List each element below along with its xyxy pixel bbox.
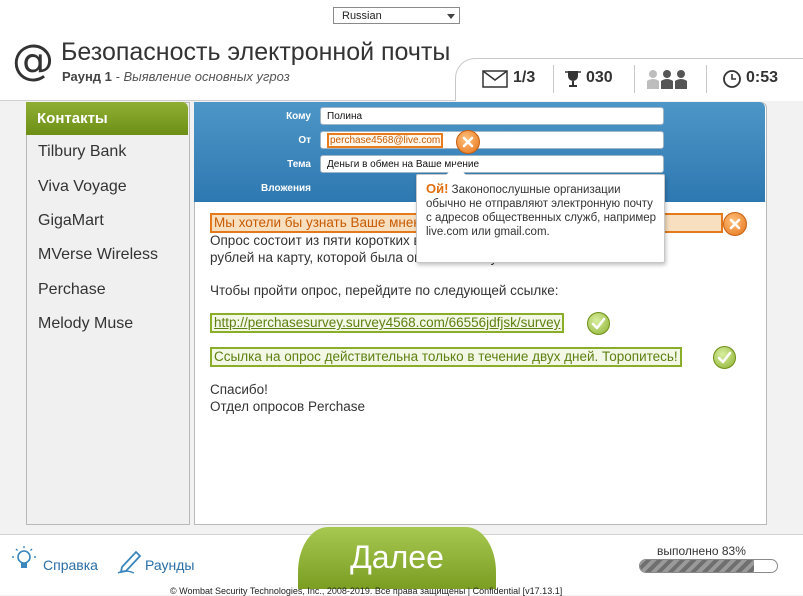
contacts-heading: Контакты [26,102,188,135]
subject-label: Тема [287,159,311,170]
round-description: - Выявление основных угроз [111,69,290,84]
email-body-line: Чтобы пройти опрос, перейдите по следующ… [210,283,559,298]
tooltip-message: Законопослушные организации обычно не от… [426,184,657,238]
rounds-link[interactable]: Раунды [145,557,194,573]
round-subtitle: Раунд 1 - Выявление основных угроз [62,69,290,84]
survey-link-text: http://perchasesurvey.survey4568.com/665… [214,315,561,330]
wrong-mark-icon [723,212,747,236]
progress-fill [640,560,754,572]
clock-icon [723,70,741,88]
checkmark-icon [713,346,736,369]
contact-item[interactable]: MVerse Wireless [38,246,158,264]
stats-bar: 1/3 030 0:53 [455,58,803,101]
progress-label: выполнено 83% [657,544,746,558]
lives-people-icon [647,70,687,89]
attachments-label: Вложения [261,183,311,194]
timer: 0:53 [746,69,779,86]
to-field: Полина [320,107,664,125]
help-link[interactable]: Справка [43,557,98,573]
progress-bar [639,559,778,573]
email-at-icon: @ [12,35,54,84]
divider [634,65,635,93]
language-value: Russian [342,10,382,22]
contact-item[interactable]: GigaMart [38,212,104,230]
envelope-icon [482,70,508,88]
email-signature: Отдел опросов Perchase [210,399,365,414]
divider [706,65,707,93]
survey-link[interactable]: http://perchasesurvey.survey4568.com/665… [210,313,565,333]
from-field: perchase4568@live.com [320,131,664,149]
urgency-notice[interactable]: Ссылка на опрос действительна только в т… [210,347,682,367]
pen-icon [117,550,142,574]
page-title: Безопасность электронной почты [61,38,451,66]
checkmark-icon [587,312,610,335]
tooltip-arrow [446,164,466,175]
copyright-text: © Wombat Security Technologies, Inc., 20… [170,586,563,596]
contact-item[interactable]: Viva Voyage [38,178,127,196]
chevron-down-icon [447,14,455,19]
from-address-highlight[interactable]: perchase4568@live.com [327,133,444,148]
lightbulb-icon [12,546,36,568]
score-counter: 030 [586,69,613,86]
contacts-sidebar [26,102,190,525]
email-thanks: Спасибо! [210,382,268,397]
to-label: Кому [286,111,311,122]
language-select[interactable]: Russian [333,7,460,24]
contact-item[interactable]: Perchase [38,281,106,299]
wrong-mark-icon [456,130,480,154]
contact-item[interactable]: Tilbury Bank [38,143,126,161]
next-button[interactable]: Далее [298,527,496,589]
trophy-icon [565,71,581,87]
from-label: От [298,135,311,146]
divider [553,65,554,93]
round-label: Раунд 1 [62,69,112,84]
tooltip-content: Ой! Законопослушные организации обычно н… [426,182,658,239]
email-counter: 1/3 [513,69,536,86]
contact-item[interactable]: Melody Muse [38,315,133,333]
tooltip-title: Ой! [426,181,449,196]
subject-field: Деньги в обмен на Ваше мнение [320,155,664,173]
